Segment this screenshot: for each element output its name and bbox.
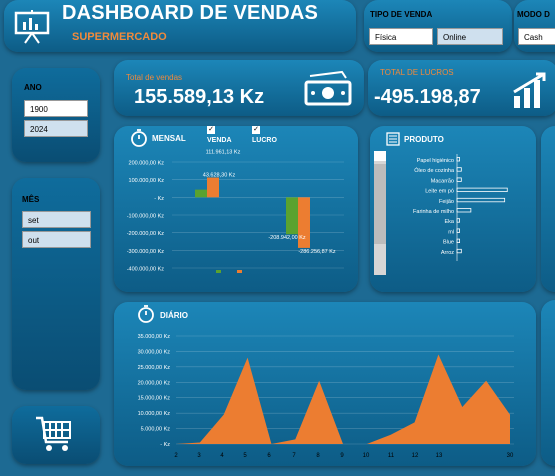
page-subtitle: SUPERMERCADO [72, 31, 167, 43]
y-tick-label: 35.000,00 Kz [138, 334, 171, 340]
produto-bar [456, 157, 460, 162]
ano-label: ANO [24, 83, 42, 92]
mes-slicer: MÊS set out [12, 178, 100, 390]
produto-bar [456, 208, 472, 213]
y-tick-label: -400.000,00 Kz [127, 267, 165, 273]
bar-chart-icon [512, 72, 552, 117]
y-tick-label: 30.000,00 Kz [138, 349, 171, 355]
diario-chart: 35.000,00 Kz30.000,00 Kz25.000,00 Kz20.0… [138, 334, 514, 459]
kpi-lucros-label: TOTAL DE LUCROS [380, 68, 454, 77]
produto-category-label: ml [448, 229, 454, 235]
data-label: 43.628,30 Kz [203, 172, 236, 178]
shopping-cart-icon [34, 414, 76, 459]
kpi-vendas-value: 155.589,13 Kz [134, 86, 265, 108]
produto-bar [456, 248, 462, 254]
y-tick-label: 200.000,00 Kz [129, 161, 165, 167]
legend-swatch-venda [216, 270, 221, 273]
bar-venda-out [286, 197, 298, 235]
data-label: -208.942,00 Kz [268, 235, 306, 241]
kpi-lucros-value: -495.198,87 [374, 86, 481, 108]
produto-bar [456, 218, 460, 223]
produto-chart: Papel higiénico Óleo de cozinha Macarrão Le… [413, 154, 508, 261]
tipo-venda-slicer: TIPO DE VENDA Física Online [364, 0, 512, 52]
produto-bar [456, 238, 460, 243]
y-tick-label: -300.000,00 Kz [127, 249, 165, 255]
tipo-venda-label: TIPO DE VENDA [370, 10, 433, 19]
y-tick-label: - Kz [160, 442, 170, 448]
ano-2024[interactable]: 2024 [24, 120, 88, 137]
x-tick-label: 4 [220, 453, 224, 459]
x-tick-label: 7 [292, 453, 296, 459]
legend-swatch-lucro [237, 270, 242, 273]
bar-lucro-set [207, 177, 219, 198]
produto-category-label: Leite em pó [425, 189, 454, 195]
y-tick-label: 100.000,00 Kz [129, 178, 165, 184]
presentation-icon [12, 9, 52, 50]
x-tick-label: 3 [197, 453, 201, 459]
cart-tile[interactable] [12, 406, 100, 464]
x-tick-label: 10 [363, 453, 370, 459]
y-tick-label: 10.000,00 Kz [138, 411, 171, 417]
ano-slicer: ANO 1900 2024 [12, 68, 100, 162]
x-tick-label: 2 [174, 453, 178, 459]
x-tick-label: 11 [388, 453, 395, 459]
kpi-vendas-label: Total de vendas [126, 73, 183, 82]
produto-category-label: Feijão [439, 199, 454, 205]
produto-category-label: Blue [443, 240, 454, 246]
mensal-panel: MENSAL ✓ VENDA ✓ LUCRO 200.000,00 Kz 100.… [114, 126, 358, 292]
ano-1900[interactable]: 1900 [24, 100, 88, 117]
data-label: -286.256,87 Kz [298, 249, 336, 255]
x-tick-label: 5 [243, 453, 247, 459]
y-tick-label: -100.000,00 Kz [127, 214, 165, 220]
money-icon [302, 68, 354, 113]
produto-category-label: Arroz [441, 250, 454, 256]
produto-category-label: Farinha de milho [413, 209, 454, 215]
produto-category-label: Papel higiénico [417, 158, 454, 164]
produto-category-label: Macarrão [431, 178, 454, 184]
x-tick-label: 6 [267, 453, 271, 459]
modo-label: MODO D [517, 10, 550, 19]
y-tick-label: 25.000,00 Kz [138, 365, 171, 371]
y-tick-label: -200.000,00 Kz [127, 231, 165, 237]
kpi-vendas: Total de vendas 155.589,13 Kz [114, 60, 364, 116]
y-tick-label: - Kz [154, 196, 164, 202]
produto-bar [456, 167, 462, 172]
produto-bar [456, 197, 506, 203]
mes-set[interactable]: set [22, 211, 91, 228]
bar-venda-set [195, 189, 207, 198]
produto-bar [456, 228, 460, 233]
x-tick-label: 13 [436, 453, 443, 459]
y-tick-label: 5.000,00 Kz [141, 427, 171, 433]
data-label: 111.961,13 Kz [206, 149, 241, 155]
y-tick-label: 15.000,00 Kz [138, 396, 171, 402]
y-tick-label: 20.000,00 Kz [138, 380, 171, 386]
right-panel-bottom [541, 300, 555, 466]
modo-slicer: MODO D Cash [514, 0, 555, 52]
x-tick-label: 12 [412, 453, 419, 459]
x-tick-label: 8 [316, 453, 320, 459]
produto-category-label: Eka [445, 219, 455, 225]
mes-label: MÊS [22, 195, 40, 204]
right-panel-top [541, 126, 555, 292]
produto-bar [456, 177, 462, 182]
modo-cash[interactable]: Cash [518, 28, 555, 45]
tipo-venda-online[interactable]: Online [437, 28, 503, 45]
diario-panel: DIÁRIO 35.000,00 Kz 30.000,00 Kz 25.000,00… [114, 302, 536, 466]
page-title: DASHBOARD DE VENDAS [62, 2, 319, 24]
header-panel: DASHBOARD DE VENDAS SUPERMERCADO [4, 0, 356, 52]
kpi-lucros: TOTAL DE LUCROS -495.198,87 [368, 60, 555, 116]
produto-category-label: Óleo de cozinha [414, 167, 455, 174]
produto-bar [456, 187, 508, 192]
x-tick-label: 30 [507, 453, 514, 459]
x-tick-label: 9 [340, 453, 344, 459]
mensal-chart: 200.000,00 Kz 100.000,00 Kz - Kz -100.000,0… [127, 149, 344, 273]
tipo-venda-fisica[interactable]: Física [369, 28, 433, 45]
diario-area [176, 354, 510, 444]
mes-out[interactable]: out [22, 231, 91, 248]
produto-panel: PRODUTO Papel higiénico Óleo de cozinha Ma… [370, 126, 536, 292]
